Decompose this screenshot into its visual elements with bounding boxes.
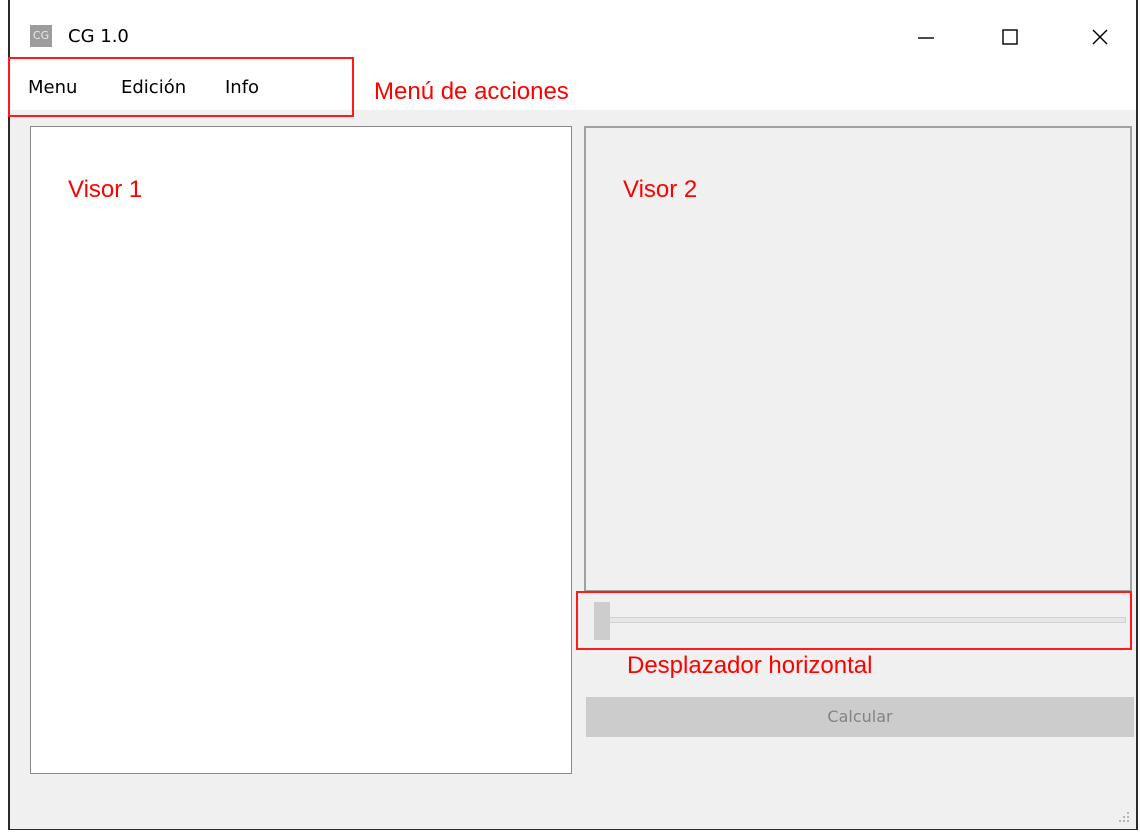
app-window: CG CG 1.0 Menu Edición Info Calcular [8,0,1138,830]
close-button[interactable] [1078,18,1122,56]
maximize-button[interactable] [988,18,1032,56]
title-bar: CG CG 1.0 [10,0,1136,56]
annotation-label-menu: Menú de acciones [374,78,569,105]
maximize-icon [1002,29,1018,45]
visor-1-panel[interactable] [30,126,572,774]
annotation-label-visor-2: Visor 2 [623,176,698,203]
app-logo-icon: CG [30,25,52,47]
annotation-box-menu [8,57,354,117]
close-icon [1092,29,1108,45]
minimize-button[interactable] [904,18,948,56]
annotation-label-slider: Desplazador horizontal [627,652,873,679]
resize-grip-icon[interactable] [1118,811,1130,823]
window-title: CG 1.0 [68,26,129,47]
minimize-icon [918,37,934,39]
annotation-label-visor-1: Visor 1 [68,176,143,203]
calculate-button[interactable]: Calcular [586,697,1134,737]
annotation-box-slider [576,591,1132,650]
